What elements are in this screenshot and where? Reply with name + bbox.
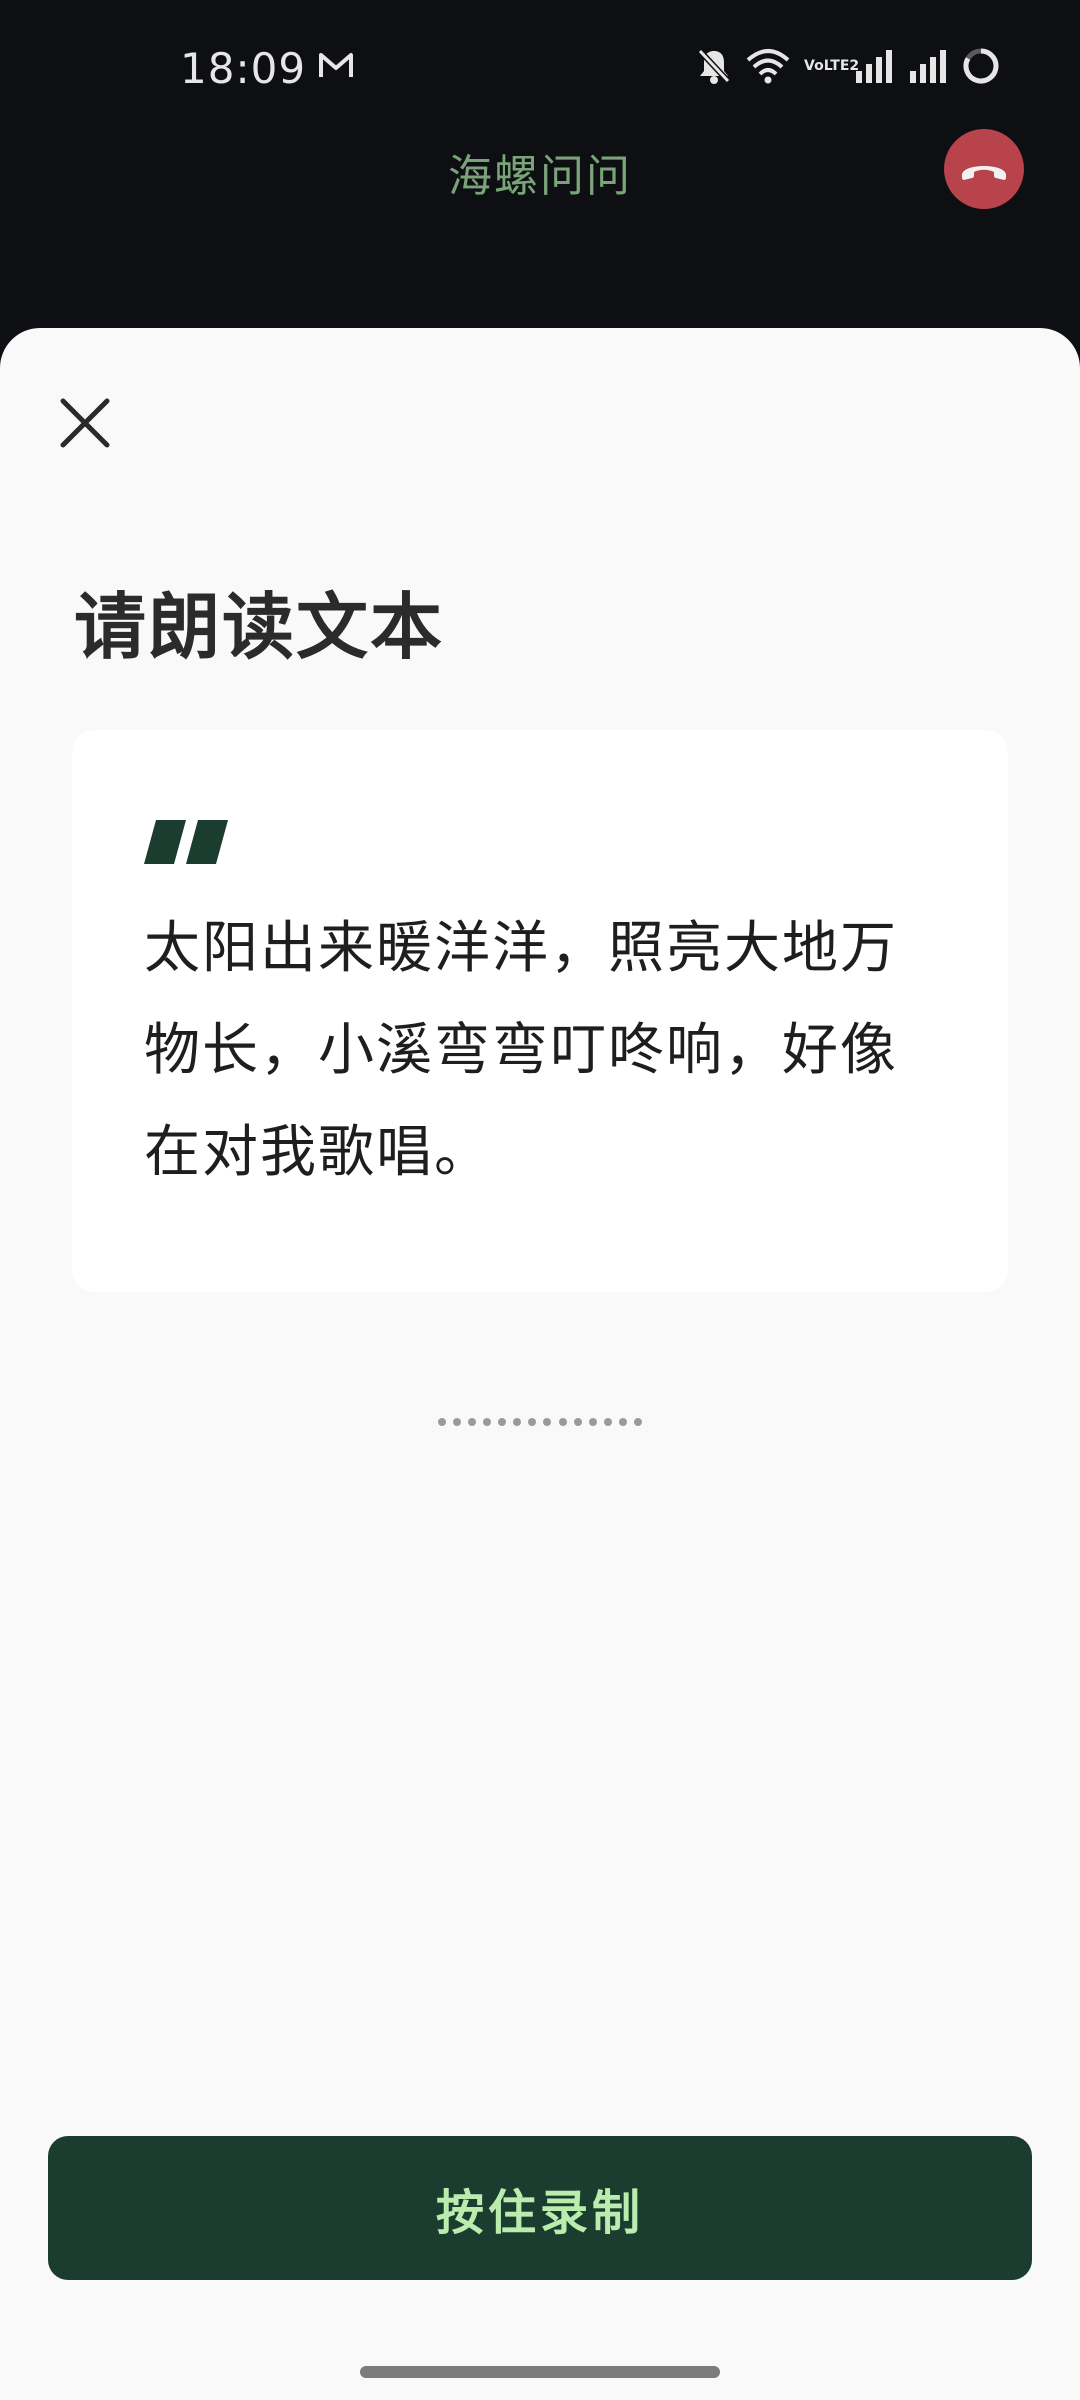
status-icons: VoLTE2 [696,44,1000,88]
page-title: 请朗读文本 [74,585,445,669]
header-title: 海螺问问 [448,151,632,202]
status-bar: 18:09 VoLTE2 [0,0,1080,135]
quote-icon [144,820,228,864]
waveform-placeholder [438,1416,642,1428]
end-call-button[interactable] [944,129,1024,209]
end-call-icon [962,166,1006,180]
wifi-icon [746,49,790,84]
close-icon [60,398,110,448]
home-indicator[interactable] [360,2366,720,2378]
close-button[interactable] [50,388,120,458]
read-text-sheet: 请朗读文本 太阳出来暖洋洋，照亮大地万物长，小溪弯弯叮咚响，好像在对我歌唱。 按… [0,328,1080,2400]
status-time: 18:09 [180,44,307,93]
passage-text: 太阳出来暖洋洋，照亮大地万物长，小溪弯弯叮咚响，好像在对我歌唱。 [144,916,898,1185]
volte-label: VoLTE2 [804,58,860,74]
battery-icon [963,48,999,84]
mail-icon [319,53,353,77]
signal-icon [910,50,946,83]
passage-card: 太阳出来暖洋洋，照亮大地万物长，小溪弯弯叮咚响，好像在对我歌唱。 [72,730,1008,1292]
hold-to-record-button[interactable]: 按住录制 [48,2136,1032,2280]
signal-icon [856,50,892,83]
mute-icon [697,48,731,84]
